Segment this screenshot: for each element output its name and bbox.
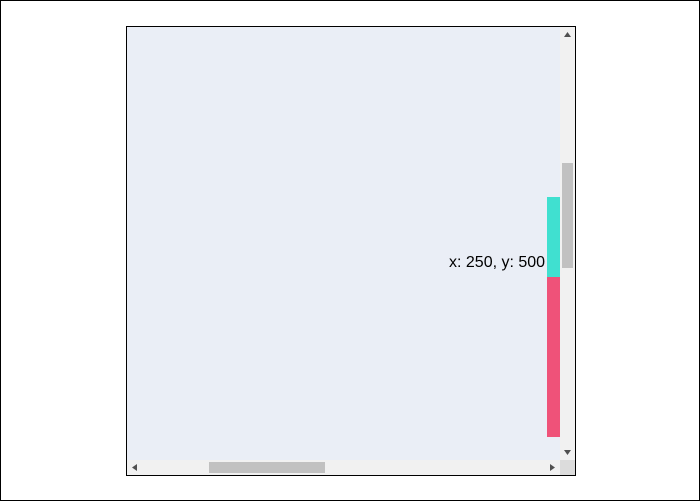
- teal-bar: [547, 197, 560, 277]
- horizontal-scrollbar[interactable]: [127, 460, 560, 475]
- scroll-right-button[interactable]: [545, 460, 560, 475]
- scroll-up-button[interactable]: [560, 27, 575, 42]
- scroll-down-button[interactable]: [560, 445, 575, 460]
- vertical-scroll-thumb[interactable]: [562, 163, 573, 268]
- pink-bar: [547, 277, 560, 437]
- scroll-container[interactable]: x: 250, y: 500: [126, 26, 576, 476]
- triangle-down-icon: [564, 450, 571, 455]
- triangle-right-icon: [550, 464, 555, 471]
- coordinate-readout: x: 250, y: 500: [449, 254, 546, 271]
- scroll-left-button[interactable]: [127, 460, 142, 475]
- triangle-up-icon: [564, 32, 571, 37]
- vertical-scrollbar[interactable]: [560, 27, 575, 460]
- horizontal-scroll-thumb[interactable]: [209, 462, 325, 473]
- page-frame: x: 250, y: 500: [0, 0, 700, 501]
- scrollbar-corner: [560, 460, 575, 475]
- scroll-viewport[interactable]: x: 250, y: 500: [127, 27, 560, 460]
- triangle-left-icon: [132, 464, 137, 471]
